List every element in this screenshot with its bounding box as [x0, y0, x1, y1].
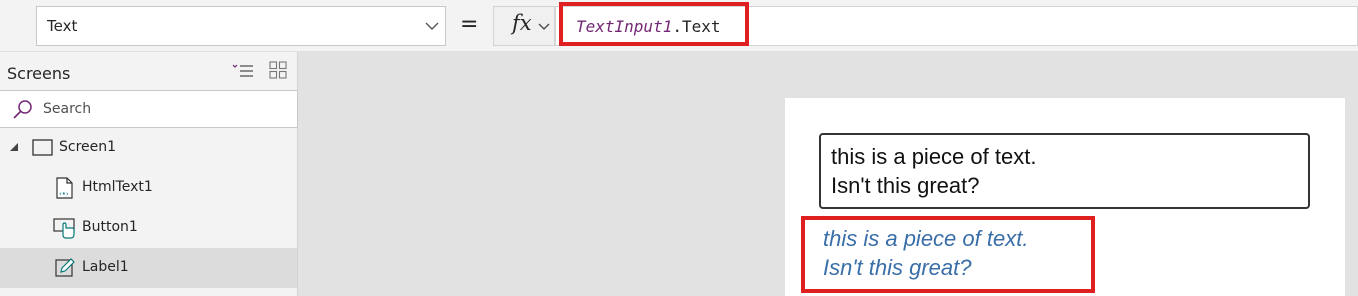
tree-item-label: Screen1	[59, 139, 117, 155]
tree-item-label: Button1	[82, 219, 138, 235]
app-root: Text = fx TextInput1.Text Screens Search…	[0, 0, 1358, 296]
equals-sign: =	[460, 12, 479, 37]
tree-item-label: Label1	[82, 259, 129, 275]
tree-item-htmltext1[interactable]: ‹•› HtmlText1	[0, 168, 297, 208]
svg-text:‹•›: ‹•›	[59, 190, 69, 198]
text-input-control[interactable]: this is a piece of text. Isn't this grea…	[819, 133, 1310, 209]
label-icon	[55, 258, 75, 277]
chevron-down-icon	[538, 23, 550, 30]
output-highlight-box	[801, 216, 1095, 293]
text-input-line: this is a piece of text.	[831, 144, 1037, 169]
tree-item-screen1[interactable]: Screen1	[0, 128, 297, 168]
panel-title: Screens	[7, 64, 71, 83]
fx-icon: fx	[512, 11, 532, 35]
app-screen[interactable]: this is a piece of text. Isn't this grea…	[785, 98, 1345, 296]
chevron-down-icon	[425, 22, 439, 30]
thumbnail-view-icon[interactable]	[269, 61, 287, 79]
button-icon	[53, 218, 75, 239]
search-input[interactable]: Search	[0, 90, 298, 128]
html-text-icon: ‹•›	[56, 177, 73, 199]
tree-list-view-icon[interactable]	[232, 62, 254, 80]
property-dropdown-value: Text	[47, 17, 78, 35]
tree-item-label1[interactable]: Label1	[0, 248, 297, 288]
tree-item-label: HtmlText1	[82, 179, 153, 195]
property-dropdown[interactable]: Text	[36, 6, 446, 46]
screen-icon	[32, 139, 53, 156]
formula-highlight-box	[559, 2, 749, 46]
canvas-area: this is a piece of text. Isn't this grea…	[298, 52, 1358, 296]
tree-item-button1[interactable]: Button1	[0, 208, 297, 248]
text-input-line: Isn't this great?	[831, 173, 980, 198]
formula-bar: Text = fx TextInput1.Text	[0, 0, 1358, 52]
tree-view-panel: Screens Search Screen1 ‹•› HtmlText1 But…	[0, 52, 298, 296]
collapse-triangle-icon[interactable]	[9, 142, 19, 152]
search-icon	[13, 100, 32, 119]
search-placeholder: Search	[43, 101, 92, 117]
function-button[interactable]: fx	[493, 6, 555, 46]
